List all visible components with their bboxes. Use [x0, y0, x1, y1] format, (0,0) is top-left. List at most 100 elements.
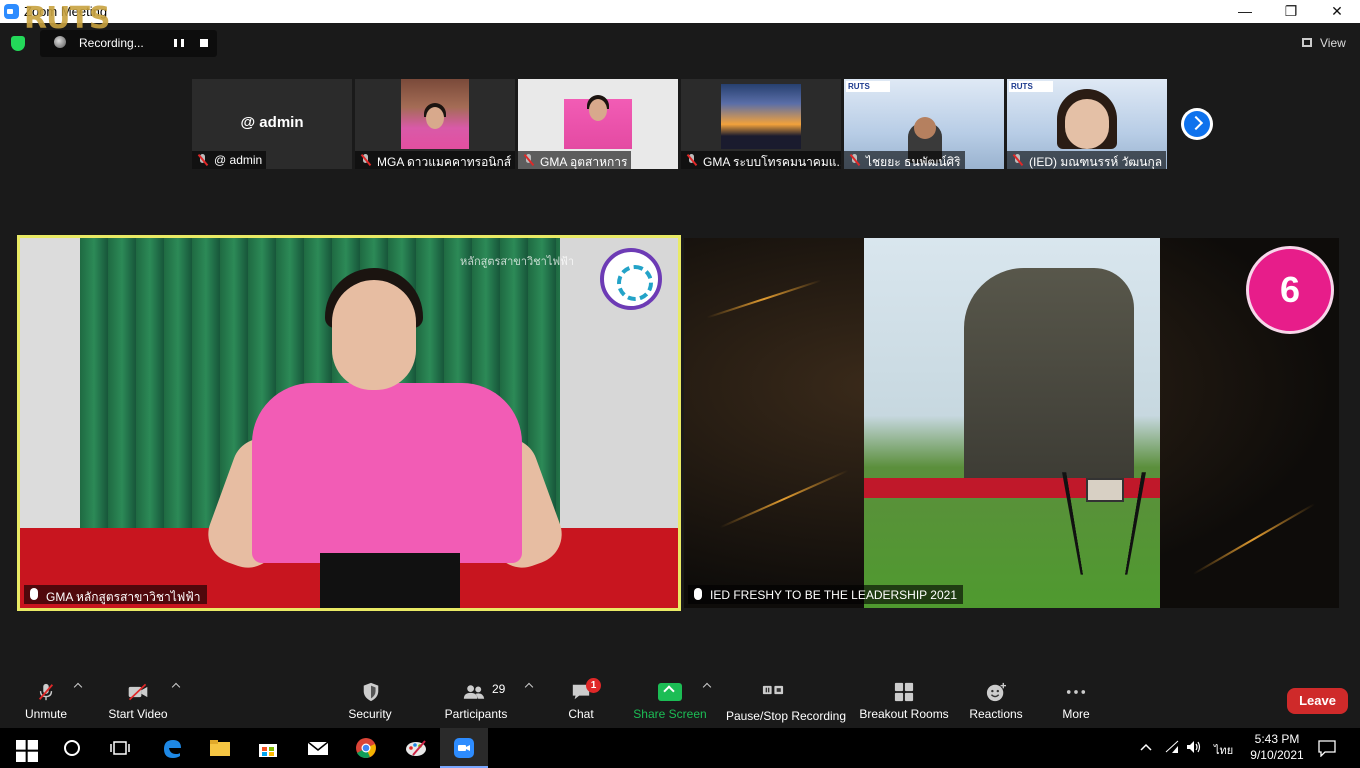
participant-video	[589, 99, 607, 121]
minimize-button[interactable]: —	[1222, 0, 1268, 23]
store-app[interactable]	[244, 728, 292, 768]
breakout-rooms-icon	[894, 682, 914, 702]
system-clock[interactable]: 5:43 PM 9/10/2021	[1246, 731, 1308, 763]
participant-tile[interactable]: 6 IED FRESHY TO BE THE LEADERSHIP 2021	[684, 238, 1339, 608]
participant-thumbnail[interactable]: GMA ระบบโทรคมนาคมแ...	[681, 79, 841, 169]
store-icon	[259, 744, 277, 757]
input-language[interactable]: ไทย	[1214, 741, 1233, 759]
more-button[interactable]: More	[1054, 676, 1098, 728]
pause-stop-icon	[762, 685, 784, 695]
participant-thumbnail[interactable]: RUTS (IED) มณฑนรรห์ วัฒนกุล	[1007, 79, 1167, 169]
unmute-label: Unmute	[24, 707, 68, 721]
participant-thumbnail[interactable]: MGA ดาวแมคคาทรอนิกส์	[355, 79, 515, 169]
breakout-rooms-button[interactable]: Breakout Rooms	[858, 676, 950, 728]
monument-image	[964, 268, 1134, 498]
audio-options-chevron-icon[interactable]	[73, 682, 83, 692]
encryption-shield-icon[interactable]	[11, 36, 25, 51]
search-circle-icon	[64, 740, 80, 756]
pause-recording-icon[interactable]	[174, 39, 184, 47]
video-options-chevron-icon[interactable]	[171, 682, 181, 692]
paint-app[interactable]	[392, 728, 440, 768]
edge-app[interactable]	[148, 728, 196, 768]
leave-button[interactable]: Leave	[1287, 688, 1348, 714]
participant-name: IED FRESHY TO BE THE LEADERSHIP 2021	[688, 585, 963, 604]
stop-recording-icon[interactable]	[200, 39, 208, 47]
start-video-button[interactable]: Start Video	[103, 676, 173, 728]
reactions-button[interactable]: Reactions	[966, 676, 1026, 728]
speaker-video	[320, 553, 460, 608]
share-screen-label: Share Screen	[633, 707, 707, 721]
zoom-taskbar-app[interactable]	[440, 728, 488, 768]
recording-label: Recording...	[79, 36, 144, 50]
recording-dot-icon	[54, 36, 66, 48]
mic-muted-icon	[197, 154, 209, 166]
mail-icon	[307, 741, 329, 755]
start-button[interactable]	[0, 728, 48, 768]
speaker-icon[interactable]	[1186, 740, 1202, 754]
pause-stop-recording-button[interactable]: Pause/Stop Recording	[724, 676, 848, 728]
participant-name: ไชยยะ ธนพัฒน์ศิริ	[844, 151, 965, 169]
speaker-video	[332, 280, 416, 390]
mic-on-icon	[30, 588, 38, 600]
participant-name: GMA หลักสูตรสาขาวิชาไฟฟ้า	[24, 585, 207, 604]
participant-thumbnail[interactable]: GMA อุตสาหการ	[518, 79, 678, 169]
edge-icon	[164, 740, 181, 758]
more-label: More	[1062, 707, 1090, 721]
mic-muted-icon	[1012, 154, 1024, 166]
clock-date: 9/10/2021	[1250, 748, 1304, 762]
mic-muted-icon	[360, 154, 372, 166]
notifications-icon[interactable]	[1318, 739, 1336, 757]
security-label: Security	[348, 707, 392, 721]
shield-icon	[363, 682, 379, 702]
view-label: View	[1320, 36, 1346, 50]
windows-taskbar: ไทย 5:43 PM 9/10/2021	[0, 728, 1360, 768]
chevron-right-icon	[1188, 115, 1204, 131]
paint-palette-icon	[406, 740, 426, 756]
participant-name: GMA อุตสาหการ	[518, 151, 632, 169]
mic-on-icon	[694, 588, 702, 600]
clock-time: 5:43 PM	[1254, 732, 1300, 746]
task-view-icon	[110, 741, 130, 755]
chat-unread-badge: 1	[586, 678, 601, 693]
chrome-app[interactable]	[342, 728, 390, 768]
participants-label: Participants	[444, 707, 508, 721]
department-logo	[600, 248, 662, 310]
participants-button[interactable]: 29 Participants	[443, 676, 509, 728]
mic-muted-icon	[686, 154, 698, 166]
mic-muted-icon	[849, 154, 861, 166]
ruts-logo: RUTS	[1009, 81, 1053, 92]
wifi-icon[interactable]	[1164, 740, 1180, 754]
search-button[interactable]	[48, 728, 96, 768]
chevron-up-icon[interactable]	[1140, 742, 1152, 752]
unmute-button[interactable]: Unmute	[18, 676, 74, 728]
participants-options-chevron-icon[interactable]	[524, 682, 534, 692]
share-screen-button[interactable]: Share Screen	[632, 676, 708, 728]
participant-thumbnail[interactable]: RUTS ไชยยะ ธนพัฒน์ศิริ	[844, 79, 1004, 169]
mail-app[interactable]	[294, 728, 342, 768]
maximize-button[interactable]: ❐	[1268, 0, 1314, 23]
task-view-button[interactable]	[96, 728, 144, 768]
file-explorer-app[interactable]	[196, 728, 244, 768]
participant-thumbnail[interactable]: @ admin @ admin	[192, 79, 352, 169]
chat-label: Chat	[568, 707, 594, 721]
ruts-logo: RUTS	[846, 81, 890, 92]
window-titlebar: Zoom Meeting — ❐ ✕	[0, 0, 1360, 23]
security-button[interactable]: Security	[343, 676, 397, 728]
ruts-logo: RUTS	[24, 1, 111, 36]
meeting-toolbar: Unmute Start Video Security 29 Participa…	[0, 676, 1360, 728]
participant-avatar-text: @ admin	[240, 114, 304, 131]
mic-muted-icon	[38, 683, 54, 701]
view-button[interactable]: View	[1298, 32, 1350, 54]
next-page-button[interactable]	[1181, 108, 1213, 140]
participant-video	[1065, 99, 1109, 149]
speaker-video	[252, 383, 522, 563]
close-button[interactable]: ✕	[1314, 0, 1360, 23]
participant-name: MGA ดาวแมคคาทรอนิกส์	[355, 151, 515, 169]
participants-count: 29	[492, 682, 506, 696]
mic-muted-icon	[523, 154, 535, 166]
participant-name: GMA ระบบโทรคมนาคมแ...	[681, 151, 841, 169]
number-badge: 6	[1246, 246, 1334, 334]
active-speaker-tile[interactable]: หลักสูตรสาขาวิชาไฟฟ้า GMA หลักสูตรสาขาวิ…	[17, 235, 681, 611]
participant-video	[914, 117, 936, 139]
chrome-icon	[356, 738, 376, 758]
